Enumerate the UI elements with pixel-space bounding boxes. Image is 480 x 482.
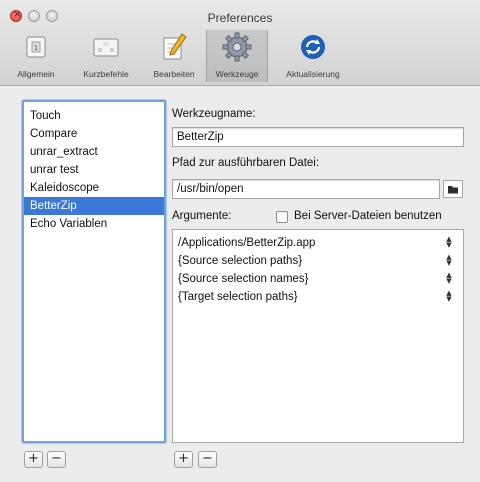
argument-value: {Source selection names} — [178, 273, 309, 285]
preferences-window: × Preferences 1 Allgemein Kurzbefehle Be… — [0, 0, 480, 482]
executable-path-label: Pfad zur ausführbaren Datei: — [172, 157, 320, 169]
update-sync-icon — [301, 35, 325, 59]
list-item[interactable]: Compare — [24, 125, 164, 143]
add-argument-button[interactable]: + — [174, 451, 193, 468]
toolbar-item-allgemein[interactable]: 1 Allgemein — [8, 30, 64, 82]
toolbar-item-kurzbefehle[interactable]: Kurzbefehle — [70, 30, 142, 82]
argument-value: {Target selection paths} — [178, 291, 298, 303]
argument-row[interactable]: /Applications/BetterZip.app ▲ ▼ — [173, 234, 463, 252]
add-tool-button[interactable]: + — [24, 451, 43, 468]
edit-pencil-icon — [163, 33, 187, 60]
argument-row[interactable]: {Target selection paths} ▲ ▼ — [173, 288, 463, 306]
reorder-handle-icon[interactable]: ▲ ▼ — [445, 272, 453, 286]
title-bar: × Preferences 1 Allgemein Kurzbefehle Be… — [0, 0, 480, 86]
general-switch-icon: 1 — [26, 36, 46, 58]
toolbar-item-werkzeuge[interactable]: Werkzeuge — [206, 30, 268, 82]
keyboard-shortcuts-icon — [93, 38, 119, 57]
toolbar-label: Kurzbefehle — [83, 69, 129, 79]
reorder-handle-icon[interactable]: ▲ ▼ — [445, 254, 453, 268]
window-title: Preferences — [207, 11, 273, 25]
list-item[interactable]: unrar test — [24, 161, 164, 179]
toolbar-label: Bearbeiten — [153, 69, 195, 79]
folder-icon[interactable] — [443, 180, 463, 198]
reorder-handle-icon[interactable]: ▲ ▼ — [445, 290, 453, 304]
toolbar-label: Allgemein — [17, 69, 55, 79]
arguments-list[interactable]: /Applications/BetterZip.app ▲ ▼ {Source s… — [172, 229, 464, 443]
tool-name-field[interactable]: BetterZip — [172, 127, 464, 147]
gear-icon — [222, 32, 252, 62]
remove-tool-button[interactable]: − — [47, 451, 66, 468]
toolbar-item-aktualisierung[interactable]: Aktualisierung — [272, 30, 354, 82]
list-item[interactable]: Echo Variablen — [24, 215, 164, 233]
list-item[interactable]: Touch — [24, 107, 164, 125]
arguments-label: Argumente: — [172, 210, 232, 222]
toolbar-label: Werkzeuge — [215, 69, 259, 79]
list-item-selected[interactable]: BetterZip — [24, 197, 164, 215]
reorder-handle-icon[interactable]: ▲ ▼ — [445, 236, 453, 250]
server-files-checkbox[interactable] — [276, 211, 288, 223]
toolbar-label: Aktualisierung — [286, 69, 340, 79]
server-files-label: Bei Server-Dateien benutzen — [294, 210, 442, 222]
remove-argument-button[interactable]: − — [198, 451, 217, 468]
tools-list[interactable]: Touch Compare unrar_extract unrar test K… — [22, 100, 166, 443]
tool-name-label: Werkzeugname: — [172, 108, 256, 120]
list-item[interactable]: unrar_extract — [24, 143, 164, 161]
list-item[interactable]: Kaleidoscope — [24, 179, 164, 197]
argument-row[interactable]: {Source selection paths} ▲ ▼ — [173, 252, 463, 270]
argument-value: /Applications/BetterZip.app — [178, 237, 316, 249]
svg-text:1: 1 — [34, 44, 38, 52]
argument-row[interactable]: {Source selection names} ▲ ▼ — [173, 270, 463, 288]
argument-value: {Source selection paths} — [178, 255, 303, 267]
executable-path-field[interactable]: /usr/bin/open — [172, 179, 440, 199]
toolbar-item-bearbeiten[interactable]: Bearbeiten — [146, 30, 202, 82]
